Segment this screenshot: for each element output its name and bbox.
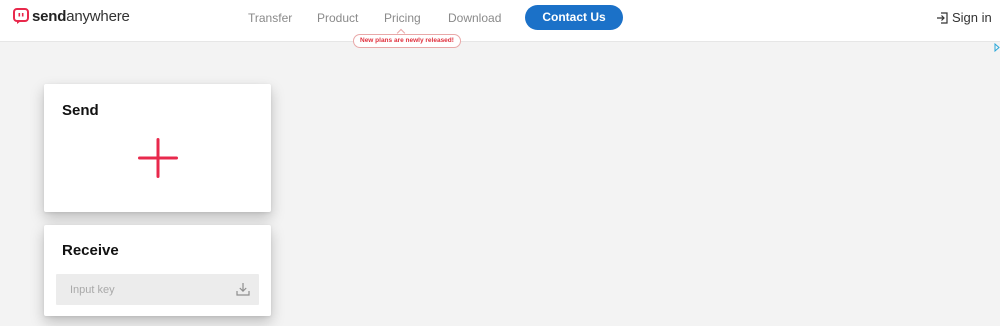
- contact-us-button[interactable]: Contact Us: [525, 5, 623, 30]
- main-nav: Transfer Product Pricing Download: [0, 11, 1000, 31]
- sign-in-link[interactable]: Sign in: [936, 10, 992, 25]
- download-icon[interactable]: [236, 282, 250, 296]
- key-input-field: [56, 274, 259, 305]
- nav-product-link[interactable]: Product: [317, 11, 358, 25]
- receive-title: Receive: [62, 242, 119, 259]
- sign-in-label: Sign in: [952, 10, 992, 25]
- top-navigation-bar: sendanywhere Transfer Product Pricing Do…: [0, 0, 1000, 42]
- receive-card: Receive: [44, 225, 271, 316]
- send-title: Send: [62, 102, 99, 119]
- sign-in-icon: [937, 11, 948, 24]
- key-input[interactable]: [56, 274, 226, 305]
- nav-transfer-link[interactable]: Transfer: [248, 11, 292, 25]
- pricing-new-plans-tooltip: New plans are newly released!: [353, 34, 461, 48]
- ad-choices-icon[interactable]: [994, 43, 1000, 52]
- nav-pricing-link[interactable]: Pricing: [384, 11, 421, 25]
- send-card: Send: [44, 84, 271, 212]
- nav-download-link[interactable]: Download: [448, 11, 501, 25]
- plus-icon[interactable]: [137, 137, 179, 179]
